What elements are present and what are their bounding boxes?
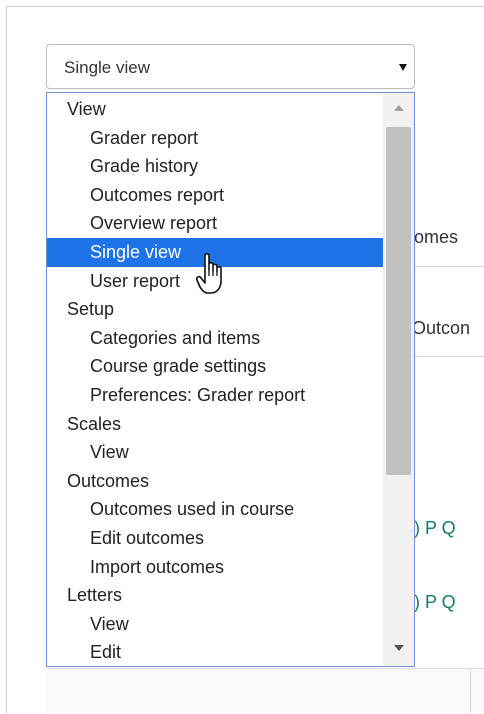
option-group-setup: Setup: [67, 299, 115, 320]
option-grader-report[interactable]: Grader report: [47, 124, 383, 153]
option-import-outcomes[interactable]: Import outcomes: [47, 553, 383, 582]
option-outcomes-used-in-course[interactable]: Outcomes used in course: [47, 495, 383, 524]
dropdown-scrollbar[interactable]: [383, 93, 414, 666]
background-letter-links[interactable]: ) P Q: [414, 518, 456, 539]
background-text-outcomes-header: omes: [414, 227, 459, 247]
option-grade-history[interactable]: Grade history: [47, 152, 383, 181]
option-group-outcomes: Outcomes: [67, 470, 150, 491]
scroll-down-arrow-icon[interactable]: [394, 645, 404, 651]
caret-down-icon[interactable]: [399, 64, 407, 71]
option-view[interactable]: View: [47, 438, 383, 467]
report-select-value: Single view: [64, 58, 150, 77]
option-preferences-grader-report[interactable]: Preferences: Grader report: [47, 381, 383, 410]
option-group-scales: Scales: [67, 413, 122, 434]
option-categories-and-items[interactable]: Categories and items: [47, 324, 383, 353]
option-group-view: View: [67, 99, 106, 119]
background-letter-links[interactable]: ) P Q: [414, 592, 456, 613]
option-group-letters: Letters: [67, 585, 123, 606]
option-list: View Grader report Grade history Outcomes r…: [47, 95, 383, 666]
report-select-dropdown[interactable]: View Grader report Grade history Outcomes r…: [46, 92, 415, 667]
option-edit[interactable]: Edit: [47, 638, 383, 666]
report-select[interactable]: Single view: [46, 44, 415, 89]
background-panel: [46, 668, 484, 714]
option-course-grade-settings[interactable]: Course grade settings: [47, 352, 383, 381]
background-divider: [414, 356, 484, 357]
option-overview-report[interactable]: Overview report: [47, 209, 383, 238]
scrollbar-thumb[interactable]: [386, 127, 411, 475]
option-outcomes-report[interactable]: Outcomes report: [47, 181, 383, 210]
hand-pointer-icon: [196, 253, 222, 294]
option-view[interactable]: View: [47, 610, 383, 639]
scroll-up-arrow-icon[interactable]: [394, 105, 404, 111]
option-edit-outcomes[interactable]: Edit outcomes: [47, 524, 383, 553]
background-divider: [414, 266, 484, 267]
background-text-outcomes-cell: Outcon: [412, 318, 471, 338]
background-divider: [470, 668, 471, 713]
